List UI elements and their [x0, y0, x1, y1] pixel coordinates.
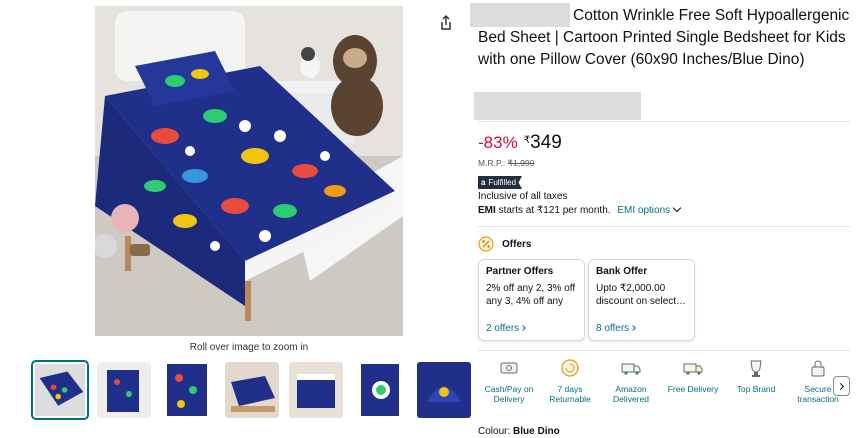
offer-card-partner[interactable]: Partner Offers 2% off any 2, 3% off any … — [478, 259, 585, 341]
offer-card-link-label: 2 offers — [486, 323, 520, 334]
offer-card-link[interactable]: 2 offers — [486, 323, 527, 334]
price-row: -83% ₹ 349 — [478, 132, 562, 154]
emi-row: EMI starts at ₹121 per month. EMI option… — [478, 203, 682, 216]
thumbnail-1-image — [35, 364, 85, 416]
divider — [478, 226, 850, 227]
thumbnail-2[interactable] — [97, 362, 151, 418]
product-title: Cotton Wrinkle Free Soft Hypoallergenic … — [478, 7, 850, 68]
feature-amazon-delivered[interactable]: Amazon Delivered — [600, 357, 662, 404]
price-value: 349 — [530, 132, 562, 153]
chevron-down-icon — [672, 203, 682, 213]
offer-card-body: Upto ₹2,000.00 discount on select… — [596, 283, 687, 307]
amazon-a-icon: a — [481, 178, 486, 187]
feature-label: 7 days Returnable — [539, 384, 601, 404]
colour-row: Colour: Blue Dino — [478, 426, 560, 437]
share-button[interactable] — [437, 14, 455, 32]
offers-header: Offers — [478, 236, 531, 252]
chevron-right-icon — [836, 382, 845, 390]
offer-card-link[interactable]: 8 offers — [596, 323, 637, 334]
offer-percent-icon — [478, 236, 494, 252]
share-icon — [441, 14, 451, 30]
feature-label-line-2: transaction — [797, 394, 839, 404]
offer-card-title: Partner Offers — [486, 266, 554, 277]
feature-cash-on-delivery[interactable]: Cash/Pay on Delivery — [478, 357, 540, 404]
thumbnail-6[interactable] — [353, 362, 407, 418]
thumbnail-7-image — [417, 362, 471, 418]
thumbnail-4[interactable] — [225, 362, 279, 418]
feature-label: Free Delivery — [662, 384, 724, 394]
thumbnail-3[interactable] — [161, 362, 215, 418]
feature-label: Top Brand — [725, 384, 787, 394]
feature-label-line-1: Cash/Pay on — [484, 384, 534, 394]
feature-top-brand[interactable]: Top Brand — [725, 357, 787, 394]
fulfilled-label: Fulfilled — [488, 178, 517, 187]
fulfilled-badge: a Fulfilled — [478, 176, 523, 189]
offer-card-title: Bank Offer — [596, 266, 648, 277]
colour-label: Colour: — [478, 426, 511, 437]
feature-label-line-1: 7 days — [557, 384, 583, 394]
zoom-hint: Roll over image to zoom in — [189, 342, 309, 353]
mrp: M.R.P.: ₹1,999 — [478, 158, 534, 169]
feature-free-delivery[interactable]: Free Delivery — [662, 357, 724, 394]
carousel-next-button[interactable] — [833, 376, 850, 396]
thumbnail-2-image — [97, 362, 151, 418]
feature-label-line-2: Delivered — [613, 394, 649, 404]
top-brand-icon — [750, 360, 762, 377]
returnable-icon — [561, 359, 579, 377]
feature-label-line-2: Delivery — [493, 394, 525, 404]
chevron-right-icon — [520, 325, 527, 331]
feature-label-line-1: Top Brand — [736, 384, 776, 394]
discount-percent: -83% — [478, 133, 518, 152]
thumbnail-7[interactable] — [417, 362, 471, 418]
mrp-value: ₹1,999 — [507, 158, 535, 168]
thumbnail-3-image — [161, 362, 215, 418]
feature-label: Amazon Delivered — [600, 384, 662, 404]
rating-redacted — [474, 92, 641, 120]
emi-options-label: EMI options — [617, 205, 671, 216]
thumbnail-5-image — [289, 362, 343, 418]
feature-returnable[interactable]: 7 days Returnable — [539, 357, 601, 404]
offer-card-link-label: 8 offers — [596, 323, 630, 334]
thumbnail-6-image — [353, 362, 407, 418]
thumbnail-5[interactable] — [289, 362, 343, 418]
offer-card-bank[interactable]: Bank Offer Upto ₹2,000.00 discount on se… — [588, 259, 695, 341]
emi-label: EMI — [478, 205, 496, 216]
offers-title: Offers — [502, 238, 532, 250]
feature-icons-row: Cash/Pay on Delivery 7 days Returnable Ama… — [478, 357, 853, 412]
feature-label-line-2: Returnable — [549, 394, 591, 404]
feature-label-line-1: Amazon — [615, 384, 647, 394]
taxes-note: Inclusive of all taxes — [478, 191, 568, 202]
amazon-delivered-icon — [621, 363, 641, 375]
chevron-right-icon — [630, 325, 637, 331]
main-product-image[interactable] — [95, 6, 403, 336]
feature-label: Cash/Pay on Delivery — [478, 384, 540, 404]
thumbnail-1[interactable] — [31, 360, 89, 420]
feature-label-line-1: Free Delivery — [667, 384, 719, 394]
bedsheet-photo — [95, 6, 403, 336]
cash-on-delivery-icon — [500, 362, 518, 374]
feature-label-line-1: Secure — [804, 384, 832, 394]
emi-text: starts at ₹121 per month. — [498, 205, 611, 216]
colour-value: Blue Dino — [513, 426, 560, 437]
mrp-label: M.R.P.: — [478, 158, 506, 168]
offer-card-body: 2% off any 2, 3% off any 3, 4% off any — [486, 283, 576, 307]
divider — [478, 121, 850, 122]
free-delivery-icon — [683, 363, 703, 375]
secure-transaction-icon — [811, 360, 825, 377]
divider — [478, 350, 850, 351]
emi-options-link[interactable]: EMI options — [617, 203, 682, 216]
thumbnail-4-image — [225, 362, 279, 418]
